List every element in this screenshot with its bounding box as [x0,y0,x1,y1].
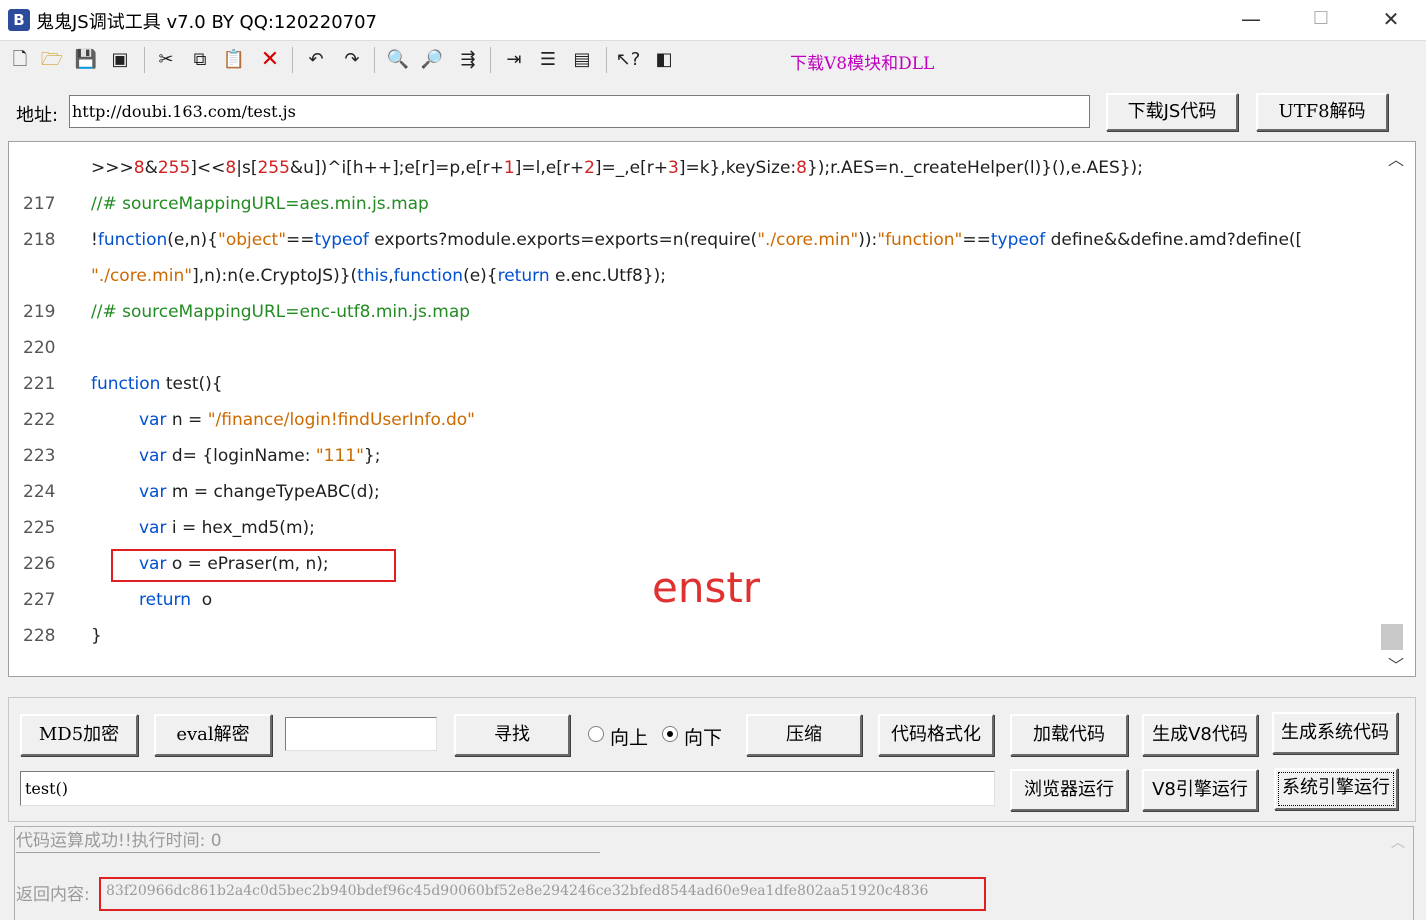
return-highlight-box [99,877,986,911]
line-number: 220 [23,338,56,358]
help-icon[interactable]: ↖? [614,46,642,74]
open-folder-icon[interactable]: 🗁 [38,46,66,74]
undo-icon[interactable]: ↶ [302,46,330,74]
cut-icon[interactable]: ✂ [152,46,180,74]
code-line: >>>8&255]<<8|s[255&u])^i[h++];e[r]=p,e[r… [91,158,1143,178]
code-line: 228} [9,618,1377,654]
scroll-up-icon[interactable]: ︿ [1383,146,1409,169]
toolbar-separator [374,47,375,73]
output-scroll-up-icon[interactable]: ︿ [1384,832,1412,852]
generate-v8-button[interactable]: 生成V8代码 [1142,714,1258,756]
code-line: 223 var d= {loginName: "111"}; [9,438,1377,474]
md5-button[interactable]: MD5加密 [20,714,138,756]
line-number: 226 [23,554,56,574]
find-button[interactable]: 寻找 [454,714,570,756]
line-number: 217 [23,194,56,214]
panel-icon[interactable]: ◧ [650,46,678,74]
browser-run-button[interactable]: 浏览器运行 [1010,769,1128,811]
line-number: 223 [23,446,56,466]
line-number: 227 [23,590,56,610]
radio-down-label[interactable]: 向下 [684,723,722,750]
code-line: 218 !function(e,n){"object"==typeof expor… [9,222,1377,258]
maximize-button[interactable]: ☐ [1286,0,1356,40]
code-line: 217//# sourceMappingURL=aes.min.js.map [9,186,1377,222]
utf8-decode-button[interactable]: UTF8解码 [1256,93,1388,131]
find-next-icon[interactable]: 🔎 [418,46,446,74]
return-label: 返回内容: [16,885,90,905]
copy-icon[interactable]: ⧉ [186,46,214,74]
command-input[interactable] [20,771,995,806]
line-number: 225 [23,518,56,538]
code-line: 222 var n = "/finance/login!findUserInfo.… [9,402,1377,438]
editor-scrollbar[interactable] [1378,142,1414,676]
format-code-button[interactable]: 代码格式化 [878,714,994,756]
line-number: 219 [23,302,56,322]
toolbar-separator [606,47,607,73]
replace-icon[interactable]: ⇶ [454,46,482,74]
numbered-list-icon[interactable]: ☰ [534,46,562,74]
address-input[interactable] [69,95,1090,128]
line-number: 228 [23,626,56,646]
highlight-box [111,549,396,582]
line-number: 221 [23,374,56,394]
generate-system-button[interactable]: 生成系统代码 [1272,712,1398,754]
code-line: 225 var i = hex_md5(m); [9,510,1377,546]
find-icon[interactable]: 🔍 [384,46,412,74]
app-icon: B [8,9,30,31]
code-line: 219//# sourceMappingURL=enc-utf8.min.js.… [9,294,1377,330]
download-js-button[interactable]: 下载JS代码 [1106,93,1238,131]
new-file-icon[interactable]: 🗋 [6,46,34,74]
radio-up-label[interactable]: 向上 [610,723,648,750]
code-line: 224 var m = changeTypeABC(d); [9,474,1377,510]
eval-decode-button[interactable]: eval解密 [154,714,272,756]
system-run-button[interactable]: 系统引擎运行 [1274,768,1398,810]
status-text: 代码运算成功!!执行时间: 0 [16,831,222,851]
paste-icon[interactable]: 📋 [220,46,248,74]
compress-button[interactable]: 压缩 [746,714,862,756]
window-list-icon[interactable]: ▤ [568,46,596,74]
toolbar-separator [292,47,293,73]
toolbar-separator [490,47,491,73]
load-code-button[interactable]: 加载代码 [1010,714,1128,756]
v8-run-button[interactable]: V8引擎运行 [1142,769,1258,811]
radio-up[interactable] [588,726,604,742]
save-icon[interactable]: 💾 [72,46,100,74]
status-divider [16,852,600,853]
toolbar-separator [144,47,145,73]
save-all-icon[interactable]: ▣ [106,46,134,74]
radio-down[interactable] [662,726,678,742]
code-line: "./core.min"],n):n(e.CryptoJS)}(this,fun… [91,266,666,286]
line-number: 218 [23,230,56,250]
code-line: 220 [9,330,1377,366]
address-label: 地址: [16,105,59,126]
window-title: 鬼鬼JS调试工具 v7.0 BY QQ:120220707 [36,12,378,33]
radio-selected-dot [667,731,673,737]
minimize-button[interactable]: — [1216,0,1286,40]
code-line: 221 function test(){ [9,366,1377,402]
download-v8-link[interactable]: 下载V8模块和DLL [790,49,934,74]
redo-icon[interactable]: ↷ [338,46,366,74]
delete-icon[interactable]: ✕ [256,46,284,74]
close-button[interactable]: ✕ [1356,0,1426,40]
line-number: 222 [23,410,56,430]
search-input[interactable] [285,717,437,751]
line-number: 224 [23,482,56,502]
indent-icon[interactable]: ⇥ [500,46,528,74]
annotation-label: enstr [652,563,761,612]
scroll-down-icon[interactable]: ﹀ [1383,652,1409,675]
scroll-thumb[interactable] [1381,624,1403,650]
